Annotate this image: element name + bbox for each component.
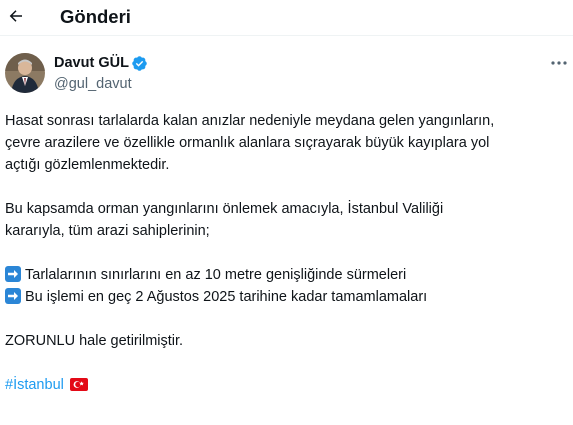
header-divider [0, 35, 573, 36]
tweet-line: açtığı gözlemlenmektedir. [5, 157, 170, 173]
tweet-text: Hasat sonrası tarlalarda kalan anızlar n… [5, 110, 567, 396]
more-options-button[interactable] [548, 55, 570, 71]
hashtag-line: #İstanbul [5, 374, 567, 396]
bullet-item: Bu işlemi en geç 2 Ağustos 2025 tarihine… [5, 286, 567, 308]
page-title: Gönderi [60, 6, 131, 27]
arrow-left-icon [9, 10, 22, 22]
tweet-line: Hasat sonrası tarlalarda kalan anızlar n… [5, 113, 495, 129]
tweet-line: ZORUNLU hale getirilmiştir. [5, 333, 184, 349]
turkey-flag-icon [69, 378, 88, 391]
hashtag-link[interactable]: #İstanbul [5, 377, 64, 393]
more-horizontal-icon [551, 61, 567, 65]
arrow-right-emoji-icon [5, 266, 21, 282]
bullet-text: Bu işlemi en geç 2 Ağustos 2025 tarihine… [25, 289, 428, 305]
arrow-right-emoji-icon [5, 288, 21, 304]
tweet-line: kararıyla, tüm arazi sahiplerinin; [5, 223, 210, 239]
tweet-line: Bu kapsamda orman yangınlarını önlemek a… [5, 201, 444, 217]
bullet-text: Tarlalarının sınırlarını en az 10 metre … [25, 267, 407, 283]
author-handle[interactable]: @gul_davut [54, 76, 132, 92]
author-name[interactable]: Davut GÜL [54, 55, 129, 71]
back-button[interactable] [5, 5, 27, 27]
top-bar: Gönderi [0, 0, 573, 35]
avatar[interactable] [5, 53, 45, 93]
verified-badge-icon [132, 56, 147, 71]
tweet-line: çevre arazilere ve özellikle ormanlık al… [5, 135, 490, 151]
bullet-item: Tarlalarının sınırlarını en az 10 metre … [5, 264, 567, 286]
